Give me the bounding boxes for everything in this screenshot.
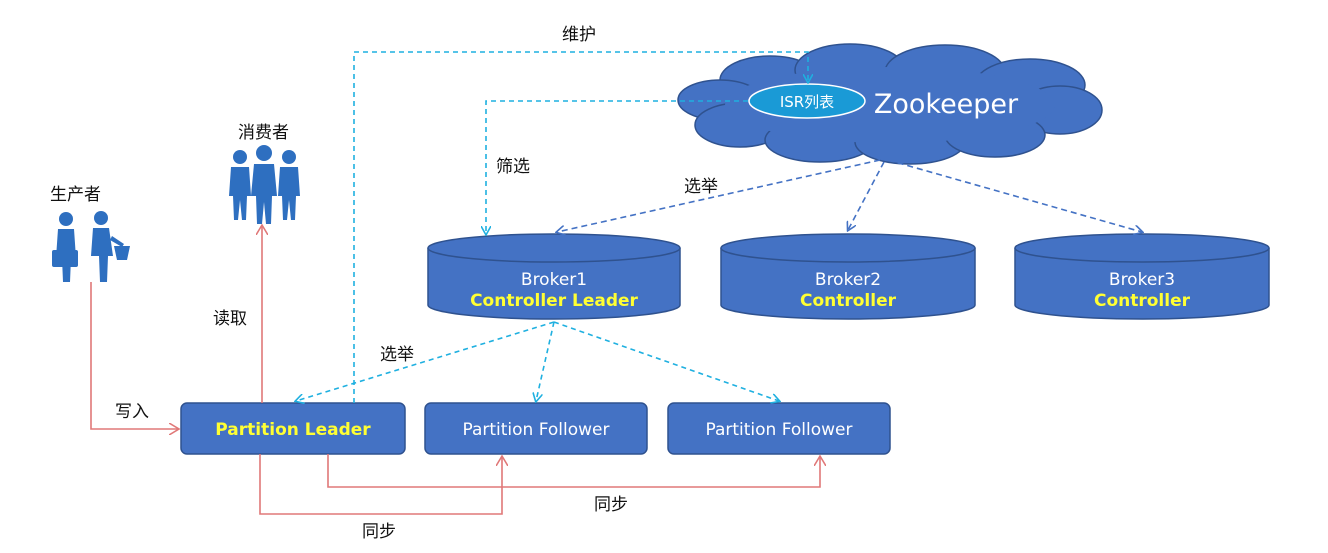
zookeeper-cloud: Zookeeper [677, 43, 1103, 165]
partition-leader: Partition Leader [180, 402, 406, 455]
partition-follower-1-label: Partition Follower [462, 420, 609, 440]
partition-follower-2-label: Partition Follower [705, 420, 852, 440]
broker-3: Broker3 Controller [1014, 233, 1270, 320]
broker-1-name: Broker1 [521, 270, 587, 290]
elect-partition-follower1-arrow [536, 321, 555, 401]
sync1-label: 同步 [362, 522, 396, 542]
consumer-label: 消费者 [238, 123, 289, 143]
elect-brokers-label: 选举 [684, 177, 718, 197]
broker-2: Broker2 Controller [720, 233, 976, 320]
broker-3-role: Controller [1094, 291, 1191, 311]
sync2-arrow [327, 454, 820, 488]
partition-follower-1: Partition Follower [424, 402, 648, 455]
kafka-architecture-diagram: Zookeeper ISR列表 Broker1 Controller Leade… [50, 25, 1270, 542]
producer-label: 生产者 [50, 185, 101, 205]
elect-broker3-arrow [887, 159, 1142, 232]
elect-broker2-arrow [848, 161, 885, 230]
broker-3-name: Broker3 [1109, 270, 1175, 290]
elect-partitions-label: 选举 [380, 345, 414, 365]
consumer-icon [229, 145, 300, 224]
broker-2-name: Broker2 [815, 270, 881, 290]
elect-broker1-arrow [557, 159, 881, 232]
isr-list: ISR列表 [748, 83, 866, 119]
write-label: 写入 [115, 402, 149, 422]
partition-follower-2: Partition Follower [667, 402, 891, 455]
read-label: 读取 [213, 309, 247, 329]
producer-icon [52, 211, 130, 282]
sync1-arrow [259, 454, 502, 515]
sync2-label: 同步 [594, 495, 628, 515]
zookeeper-title: Zookeeper [874, 89, 1019, 120]
broker-1: Broker1 Controller Leader [427, 233, 681, 320]
broker-1-role: Controller Leader [470, 291, 638, 311]
partition-leader-label: Partition Leader [215, 420, 371, 440]
maintain-label: 维护 [562, 25, 596, 45]
elect-partition-leader-arrow [296, 321, 555, 401]
filter-label: 筛选 [496, 157, 530, 177]
broker-2-role: Controller [800, 291, 897, 311]
elect-partition-follower2-arrow [553, 321, 779, 401]
isr-list-label: ISR列表 [780, 93, 834, 111]
